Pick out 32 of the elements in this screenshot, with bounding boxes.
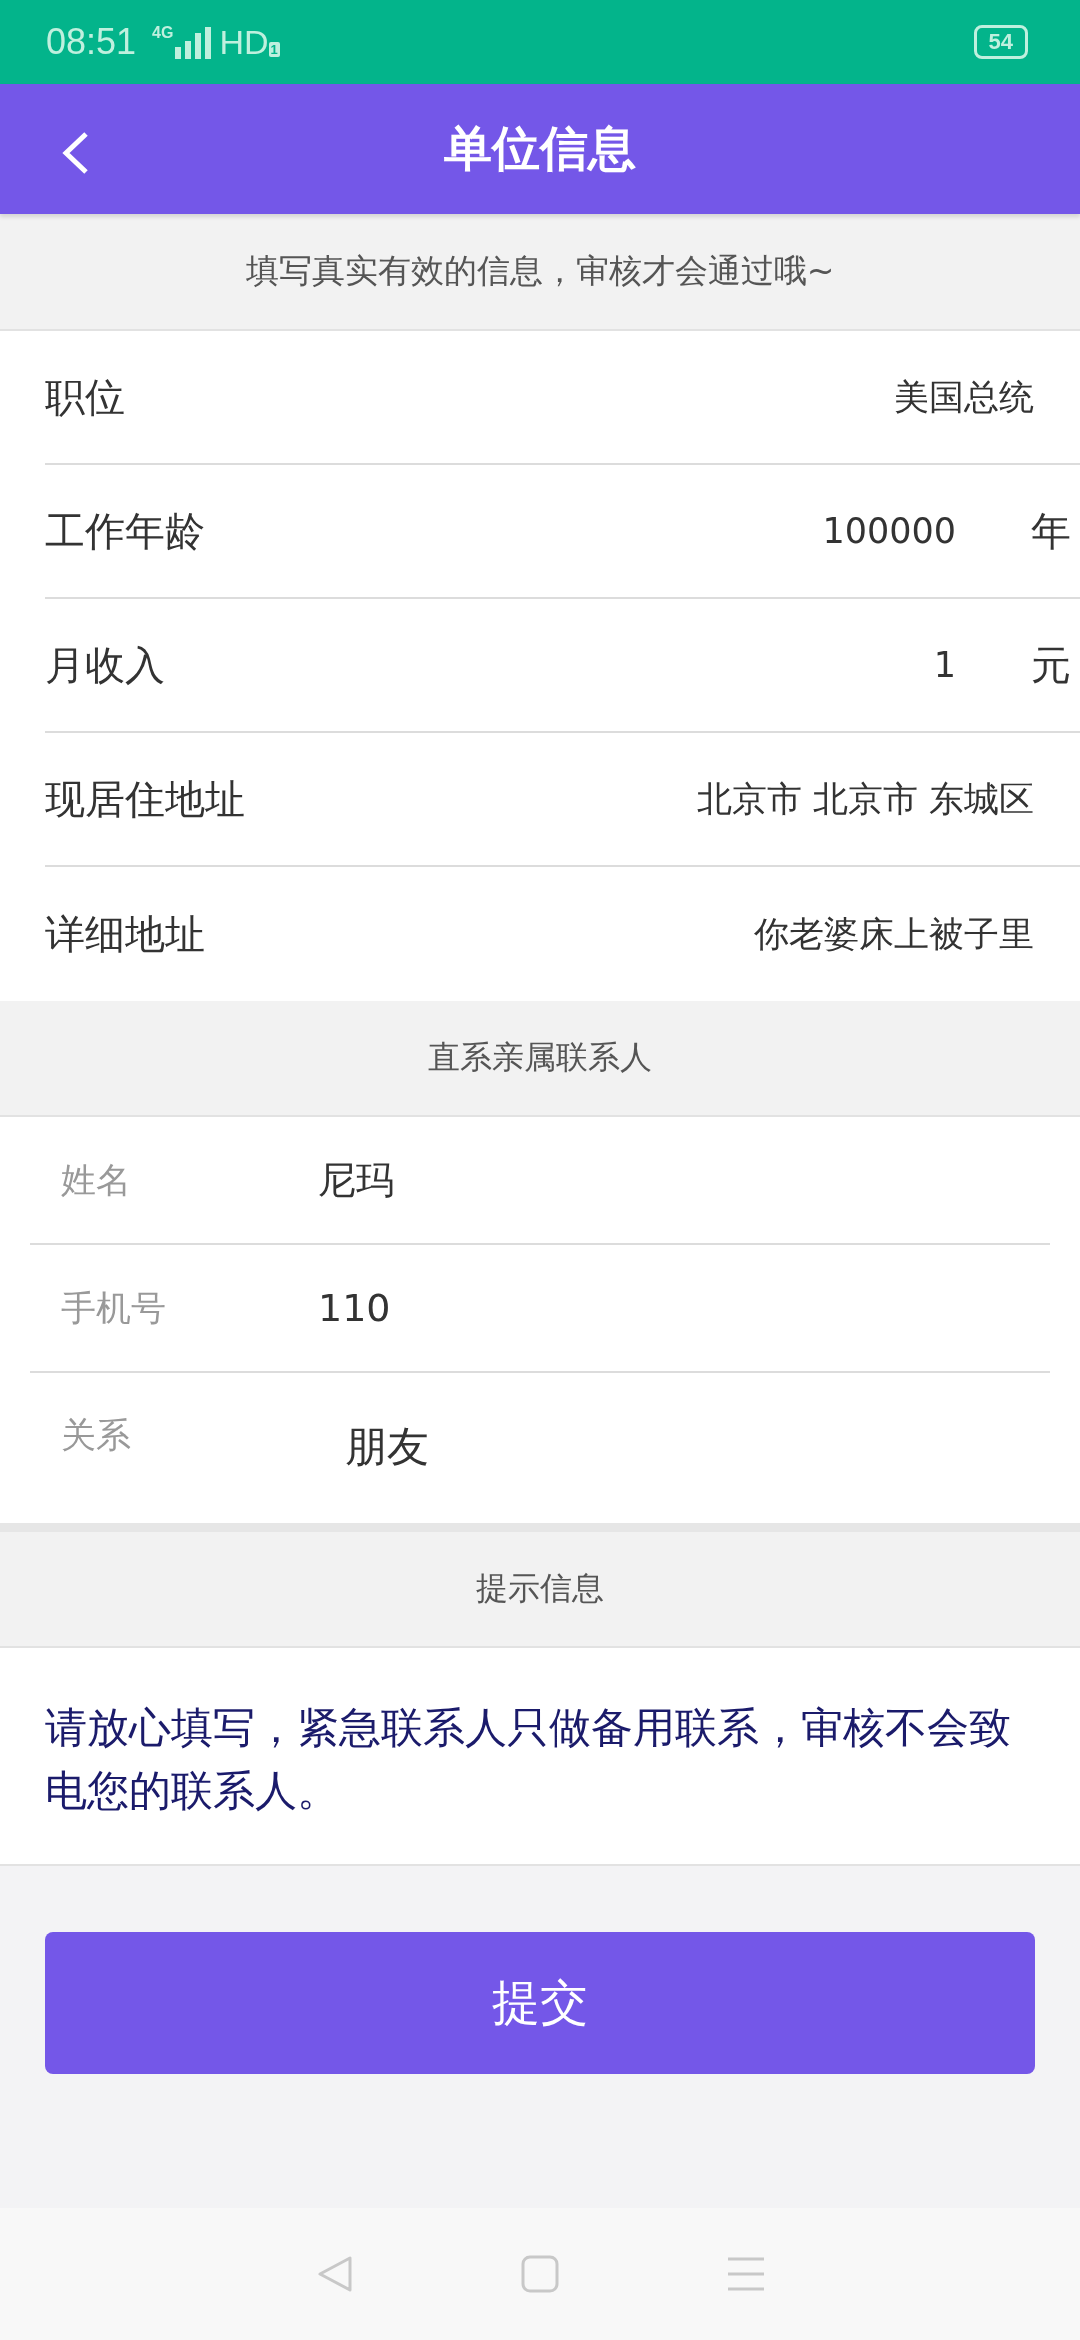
signal-icon <box>173 25 214 59</box>
section-title: 直系亲属联系人 <box>428 1037 652 1078</box>
status-time: 08:51 <box>46 21 137 63</box>
submit-button[interactable]: 提交 <box>45 1932 1035 2074</box>
hd-label: HD <box>219 22 269 62</box>
home-icon[interactable] <box>521 2255 559 2293</box>
battery-indicator: 54 <box>973 25 1028 59</box>
field-label: 工作年龄 <box>45 506 206 556</box>
field-value[interactable]: 美国总统 <box>894 373 1034 421</box>
contact-label: 关系 <box>60 1413 132 1457</box>
field-value[interactable]: 你老婆床上被子里 <box>754 910 1034 958</box>
network-label: 4G <box>152 24 174 42</box>
sim-label: 1 <box>268 41 280 57</box>
unit-label: 年 <box>1030 506 1071 556</box>
field-value[interactable]: 100000 <box>822 511 956 551</box>
relation-picker[interactable]: 朋友 <box>345 1419 429 1475</box>
menu-icon[interactable] <box>726 2256 767 2292</box>
notice-text: 填写真实有效的信息，审核才会通过哦~ <box>245 250 835 292</box>
field-label: 月收入 <box>45 640 166 690</box>
tip-text: 请放心填写，紧急联系人只做备用联系，审核不会致电您的联系人。 <box>45 1702 1012 1817</box>
field-value[interactable]: 北京市 北京市 东城区 <box>696 775 1034 823</box>
field-label: 职位 <box>45 372 126 422</box>
contact-input[interactable]: 110 <box>318 1286 391 1330</box>
contact-label: 姓名 <box>60 1158 132 1202</box>
field-label: 详细地址 <box>45 909 206 959</box>
unit-label: 元 <box>1030 640 1071 690</box>
field-label: 现居住地址 <box>45 774 246 824</box>
contact-label: 手机号 <box>60 1286 167 1330</box>
field-value[interactable]: 1 <box>933 645 956 685</box>
section-title: 提示信息 <box>476 1568 604 1609</box>
page-title: 单位信息 <box>444 119 636 178</box>
contact-input[interactable]: 尼玛 <box>318 1154 394 1206</box>
